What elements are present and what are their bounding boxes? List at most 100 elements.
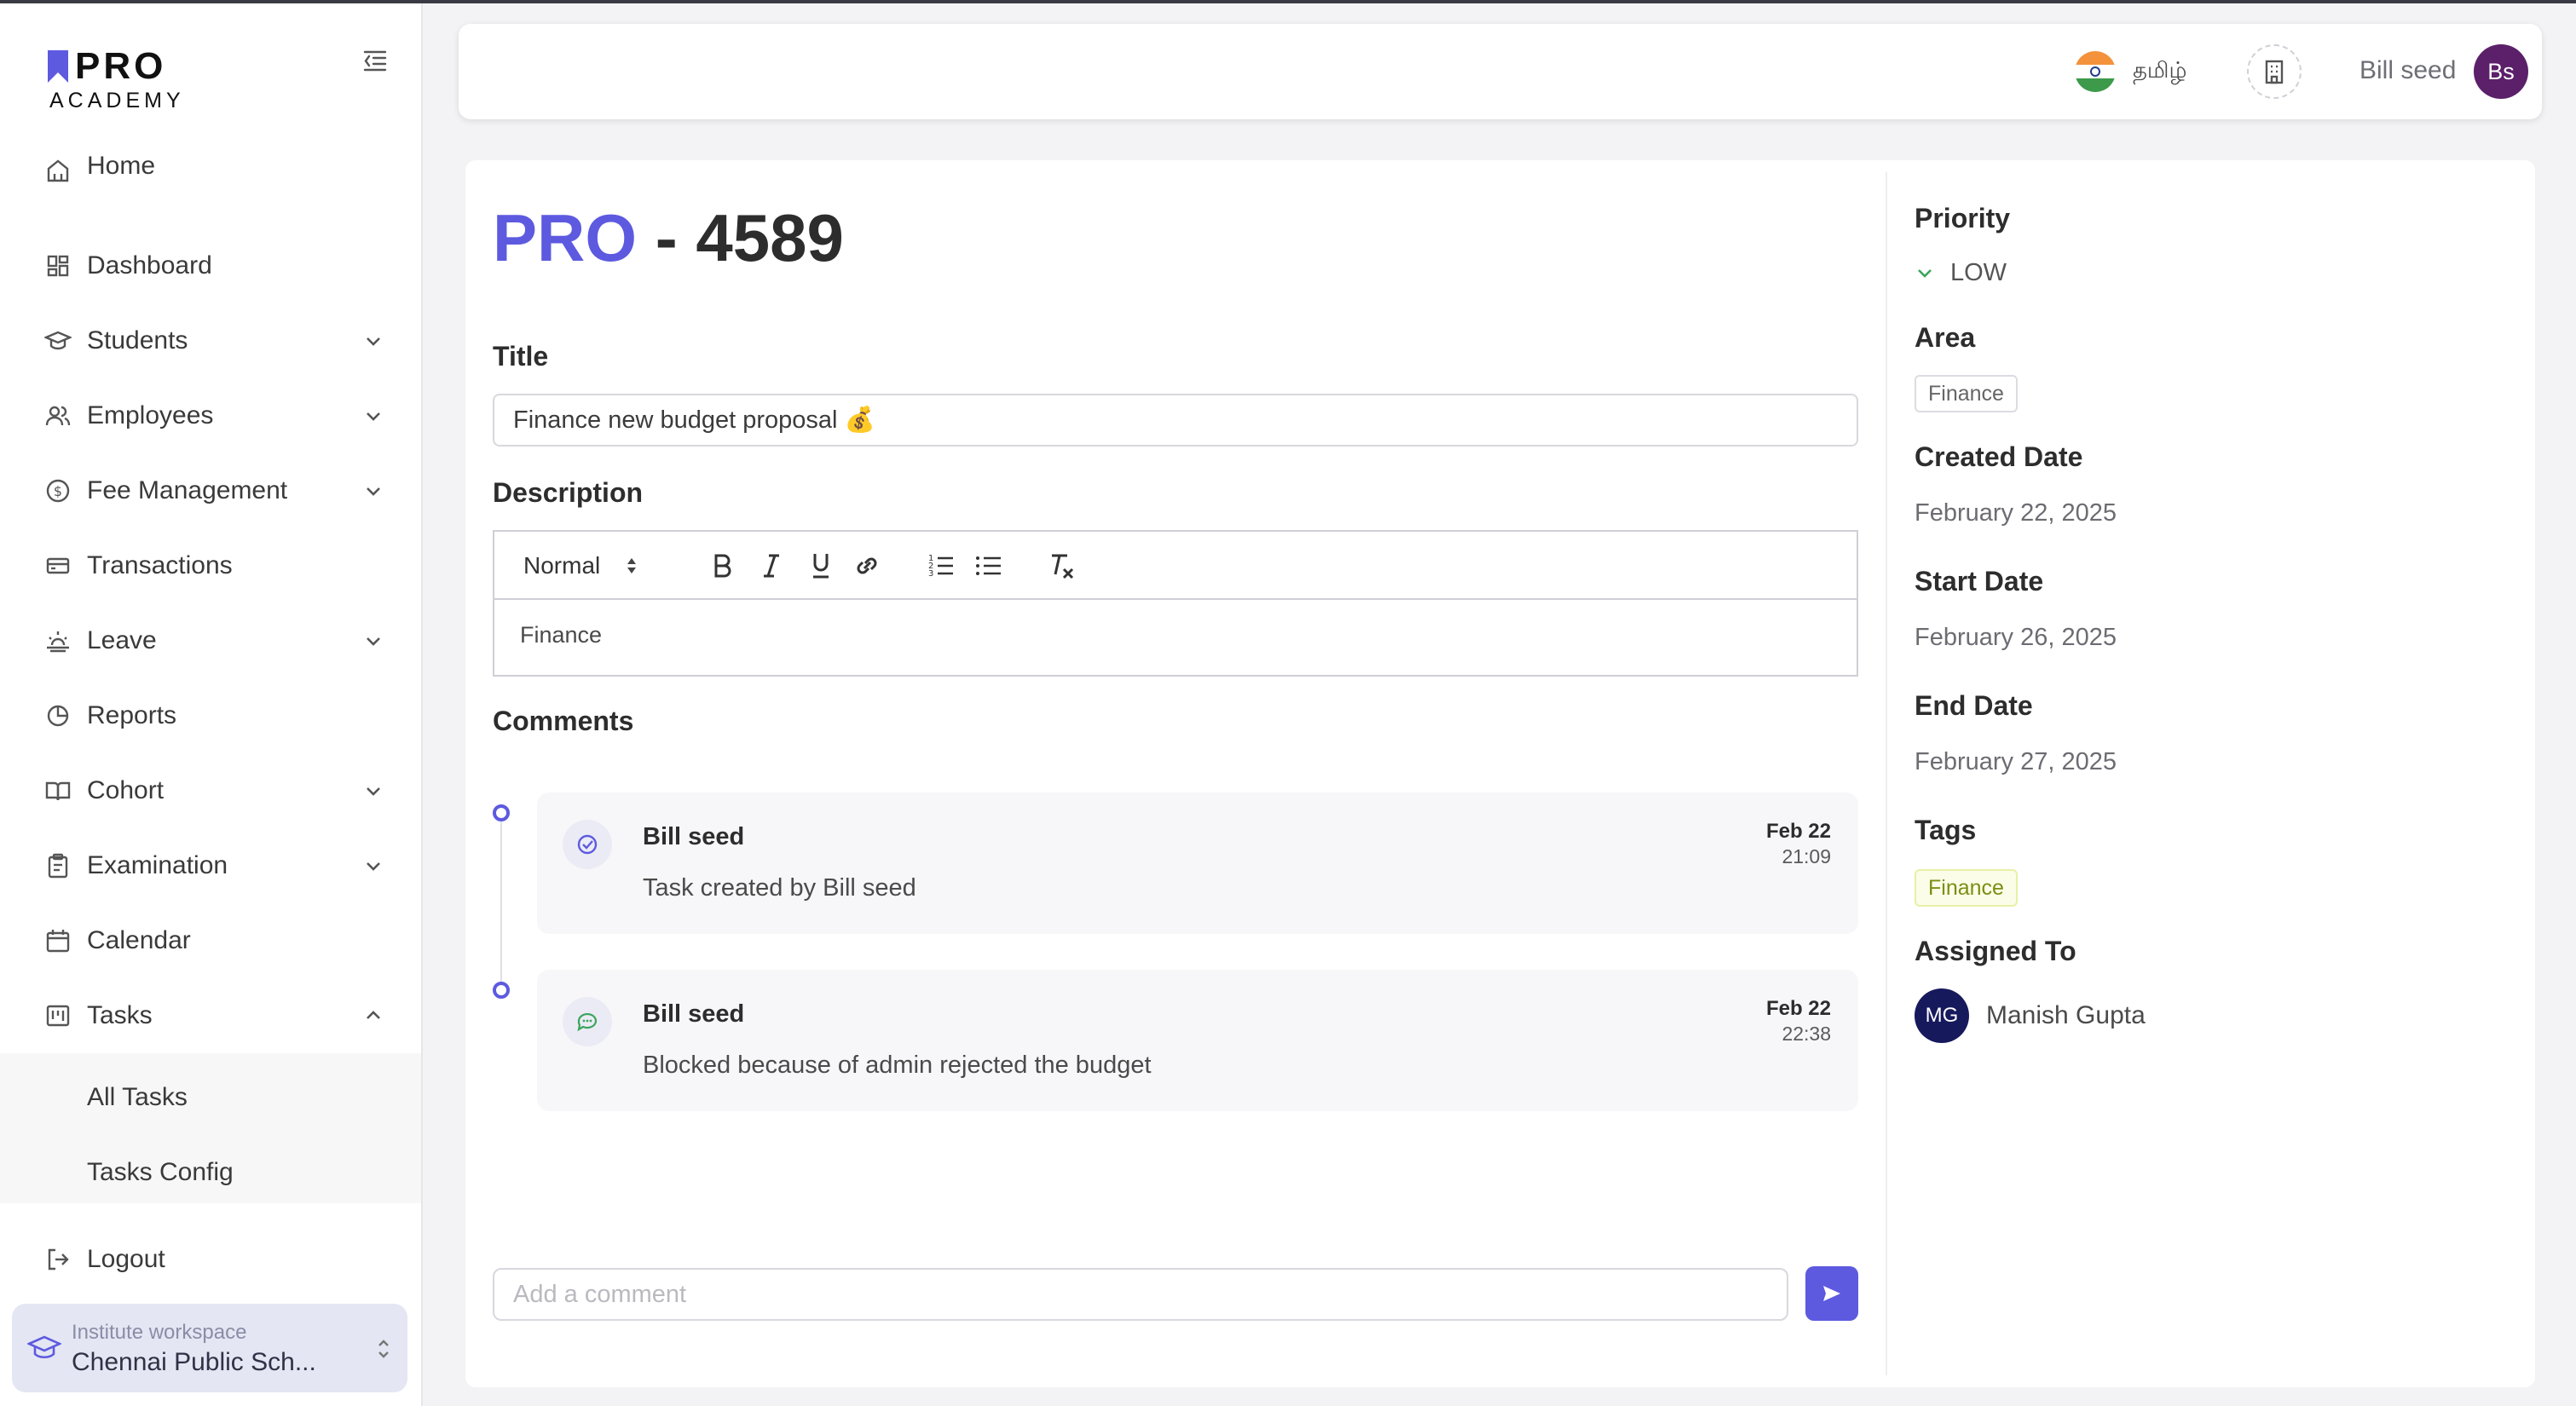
comment-card: Bill seed Blocked because of admin rejec… xyxy=(537,970,1858,1111)
sidebar-item-label: Fee Management xyxy=(87,476,288,504)
chevron-down-icon[interactable] xyxy=(361,779,385,803)
building-icon xyxy=(2265,60,2284,84)
comment-author: Bill seed xyxy=(643,823,745,850)
task-id: PRO - 4589 xyxy=(493,199,844,277)
priority-select[interactable]: LOW xyxy=(1915,256,2007,290)
book-open-icon xyxy=(45,781,71,801)
sidebar-item-examination[interactable]: Examination xyxy=(0,828,421,903)
underline-icon[interactable] xyxy=(808,550,834,581)
top-header: தமிழ் Bill seed Bs xyxy=(459,24,2542,119)
user-name[interactable]: Bill seed xyxy=(2359,56,2456,85)
clipboard-icon xyxy=(48,853,68,879)
title-label: Title xyxy=(493,341,549,372)
priority-value: LOW xyxy=(1950,258,2007,286)
link-icon[interactable] xyxy=(852,550,881,581)
sidebar-item-cohort[interactable]: Cohort xyxy=(0,753,421,828)
dashboard-icon xyxy=(47,255,69,277)
comment-text: Task created by Bill seed xyxy=(643,874,916,902)
india-flag-icon xyxy=(2075,51,2116,92)
assigned-to-label: Assigned To xyxy=(1915,936,2076,966)
sidebar-item-employees[interactable]: Employees xyxy=(0,378,421,453)
area-tag: Finance xyxy=(1915,375,2018,412)
chevron-up-down-icon xyxy=(627,558,637,573)
sidebar-item-label: Reports xyxy=(87,701,177,729)
bullet-list-icon[interactable] xyxy=(975,550,1002,581)
chevron-down-icon[interactable] xyxy=(361,629,385,653)
priority-label: Priority xyxy=(1915,203,2011,233)
language-switcher[interactable]: தமிழ் xyxy=(2075,49,2186,94)
start-date-value[interactable]: February 26, 2025 xyxy=(1915,624,2117,652)
sidebar-item-transactions[interactable]: Transactions xyxy=(0,528,421,603)
description-content[interactable]: Finance xyxy=(494,600,1857,675)
svg-text:$: $ xyxy=(54,483,62,499)
italic-icon[interactable] xyxy=(759,550,784,581)
sidebar-item-label: Leave xyxy=(87,626,157,654)
sidebar-item-tasks[interactable]: Tasks xyxy=(0,978,421,1053)
chevron-down-icon[interactable] xyxy=(361,479,385,503)
logout-label: Logout xyxy=(87,1245,165,1273)
chevron-down-icon[interactable] xyxy=(361,854,385,878)
comment-text: Blocked because of admin rejected the bu… xyxy=(643,1052,1152,1079)
collapse-sidebar-icon[interactable] xyxy=(361,48,389,73)
calendar-icon xyxy=(46,930,70,953)
workspace-caption: Institute workspace xyxy=(72,1321,247,1344)
workspace-switcher[interactable]: Institute workspace Chennai Public Sch..… xyxy=(12,1304,407,1392)
assignee-name: Manish Gupta xyxy=(1986,1001,2146,1029)
comment-type-badge xyxy=(563,997,612,1046)
sidebar-item-fee-management[interactable]: $ Fee Management xyxy=(0,453,421,528)
timeline-dot xyxy=(493,982,510,999)
workspace-name: Chennai Public Sch... xyxy=(72,1348,316,1376)
brand-logo[interactable]: PRO ACADEMY xyxy=(48,45,185,113)
user-avatar[interactable]: Bs xyxy=(2474,44,2528,99)
sidebar-item-label: Dashboard xyxy=(87,251,212,279)
title-input[interactable] xyxy=(493,394,1858,447)
sidebar-item-dashboard[interactable]: Dashboard xyxy=(0,228,421,303)
clear-format-icon[interactable] xyxy=(1047,550,1076,581)
kanban-icon xyxy=(46,1005,70,1027)
editor-toolbar: Normal 123 xyxy=(494,532,1857,600)
sidebar-item-home[interactable]: Home xyxy=(0,153,421,198)
comment-time: 22:38 xyxy=(1782,1023,1831,1045)
brand-name-bottom: ACADEMY xyxy=(49,89,185,112)
sidebar-item-students[interactable]: Students xyxy=(0,303,421,378)
text-format-select[interactable]: Normal xyxy=(523,550,668,581)
institute-button[interactable] xyxy=(2247,44,2302,99)
assignee-avatar: MG xyxy=(1915,988,1969,1043)
sidebar-subitem-tasks-config[interactable]: Tasks Config xyxy=(0,1135,421,1210)
sidebar-item-label: Home xyxy=(87,153,156,180)
brand-name-top: PRO xyxy=(75,45,167,87)
chevron-down-icon[interactable] xyxy=(361,404,385,428)
column-divider xyxy=(1886,172,1887,1375)
bold-icon[interactable] xyxy=(709,550,735,581)
sidebar-subitem-label: Tasks Config xyxy=(87,1158,234,1186)
timeline-dot xyxy=(493,804,510,821)
sidebar-item-leave[interactable]: Leave xyxy=(0,603,421,678)
chevron-up-icon[interactable] xyxy=(361,1004,385,1028)
sidebar: PRO ACADEMY Home Dashboard Students Empl… xyxy=(0,3,423,1406)
card-icon xyxy=(46,557,70,574)
tag-chip[interactable]: Finance xyxy=(1915,869,2018,907)
sidebar-subitem-all-tasks[interactable]: All Tasks xyxy=(0,1060,421,1135)
dollar-circle-icon: $ xyxy=(46,479,70,503)
check-circle-icon xyxy=(577,834,598,855)
send-icon xyxy=(1823,1286,1840,1301)
comment-date: Feb 22 xyxy=(1765,820,1831,843)
logout-button[interactable]: Logout xyxy=(0,1222,421,1297)
ordered-list-icon[interactable]: 123 xyxy=(927,550,955,581)
sidebar-item-label: Employees xyxy=(87,401,214,429)
description-label: Description xyxy=(493,477,644,508)
graduation-cap-icon xyxy=(27,1335,61,1359)
sidebar-item-reports[interactable]: Reports xyxy=(0,678,421,753)
assignee[interactable]: MG Manish Gupta xyxy=(1915,988,2146,1043)
comment-type-badge xyxy=(563,820,612,869)
comments-label: Comments xyxy=(493,706,634,736)
end-date-value[interactable]: February 27, 2025 xyxy=(1915,748,2117,776)
sidebar-item-calendar[interactable]: Calendar xyxy=(0,903,421,978)
tags-label: Tags xyxy=(1915,815,1977,845)
chevron-down-icon[interactable] xyxy=(361,329,385,353)
comment-input[interactable] xyxy=(493,1268,1788,1321)
comment-time: 21:09 xyxy=(1782,845,1831,867)
description-editor: Normal 123 Finance xyxy=(493,530,1858,677)
send-comment-button[interactable] xyxy=(1805,1266,1858,1321)
comment-date: Feb 22 xyxy=(1765,997,1831,1020)
